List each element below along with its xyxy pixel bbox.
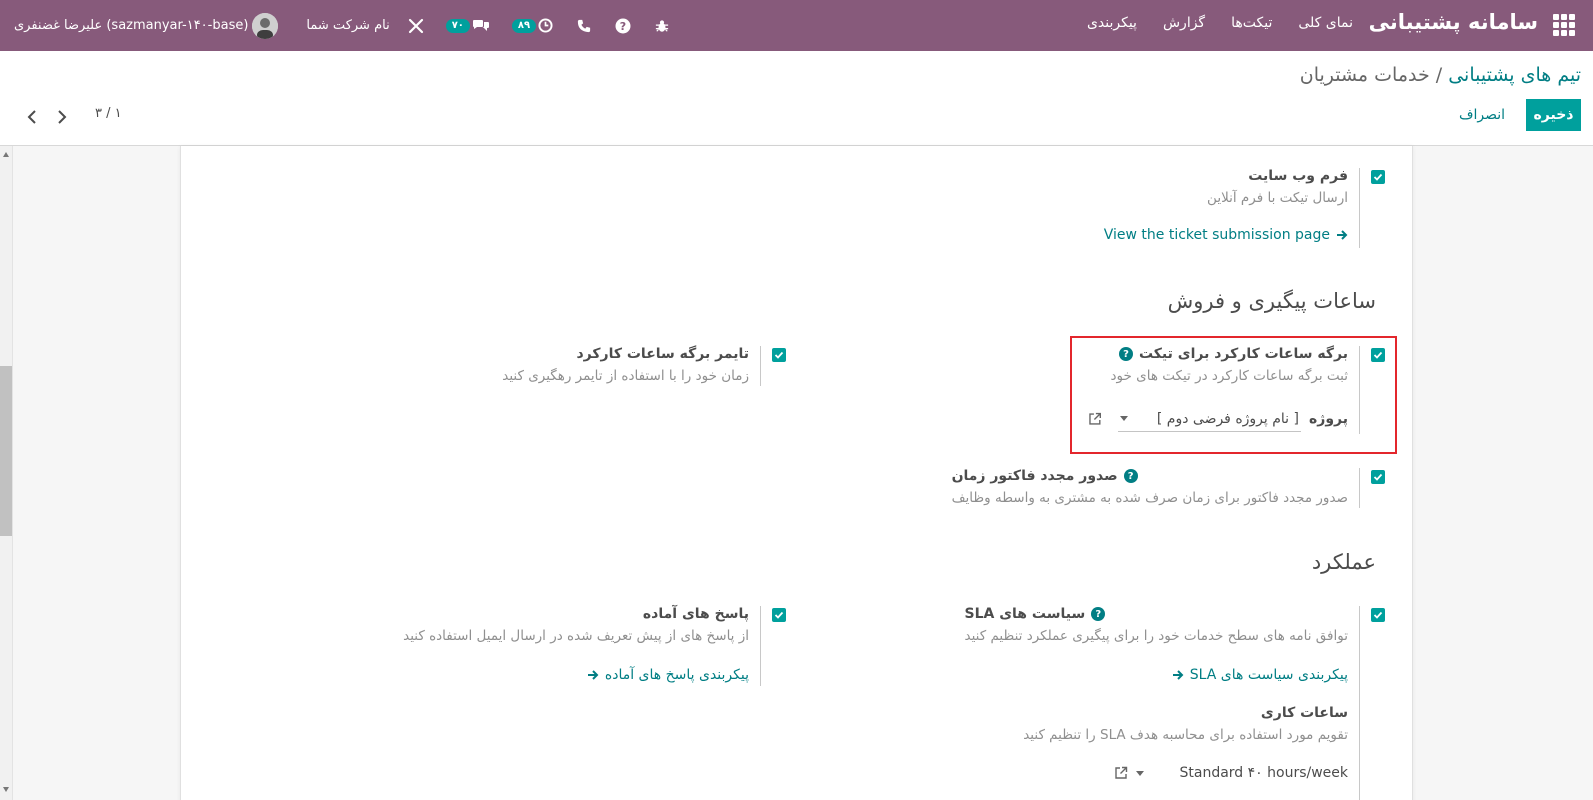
setting-website-form: فرم وب سایت ارسال تیکت با فرم آنلاین Vie…	[965, 168, 1385, 250]
arrow-right-icon	[1172, 670, 1184, 680]
app-title[interactable]: سامانه پشتیبانی	[1369, 10, 1538, 34]
breadcrumb: تیم های پشتیبانی / خدمات مشتریان	[1300, 64, 1581, 86]
help-tooltip-icon[interactable]: ?	[1123, 469, 1138, 483]
arrow-right-icon	[1337, 230, 1348, 240]
configure-sla-link[interactable]: پیکربندی سیاست های SLA	[1172, 667, 1348, 683]
help-tooltip-icon[interactable]: ?	[1118, 347, 1133, 361]
setting-timesheet: برگه ساعات کارکرد برای تیکت ? ثبت برگه س…	[1085, 346, 1385, 436]
arrow-right-icon	[587, 670, 599, 680]
vertical-scrollbar[interactable]	[0, 146, 13, 800]
chevron-down-icon[interactable]	[1135, 770, 1144, 776]
canned-desc: از پاسخ های از پیش تعریف شده در ارسال ای…	[403, 628, 749, 644]
setting-canned-responses: پاسخ های آماده از پاسخ های از پیش تعریف …	[386, 606, 786, 688]
systray: علیرضا غضنفری (sazmanyar-۱۴۰-base) نام ش…	[0, 0, 669, 51]
timer-title: تایمر برگه ساعات کارکرد	[576, 346, 750, 362]
company-switcher[interactable]: نام شرکت شما	[306, 18, 389, 33]
timer-desc: زمان خود را با استفاده از تایمر رهگیری ک…	[502, 368, 749, 384]
discard-button[interactable]: انصراف	[1449, 99, 1515, 131]
user-menu[interactable]: علیرضا غضنفری (sazmanyar-۱۴۰-base)	[14, 12, 279, 39]
breadcrumb-parent[interactable]: تیم های پشتیبانی	[1448, 64, 1581, 86]
save-button[interactable]: ذخیره	[1526, 99, 1581, 131]
help-icon[interactable]: ?	[615, 18, 631, 34]
svg-text:?: ?	[620, 20, 626, 33]
ticket-submission-link[interactable]: View the ticket submission page	[1104, 227, 1348, 243]
scrollbar-thumb[interactable]	[0, 366, 12, 536]
pager-previous-icon[interactable]	[24, 109, 40, 125]
main-menu: نمای کلی تیکت‌ها گزارش پیکربندی	[1087, 15, 1353, 31]
activity-badge: ۸۹	[511, 18, 537, 33]
debug-bug-icon[interactable]	[655, 19, 669, 33]
sla-checkbox[interactable]	[1371, 608, 1385, 622]
control-panel: تیم های پشتیبانی / خدمات مشتریان ذخیره ا…	[0, 51, 1593, 146]
setting-reinvoice: ? صدور مجدد فاکتور زمان صدور مجدد فاکتور…	[925, 468, 1385, 510]
project-field-row: پروژه [ نام پروژه فرضی دوم ]	[1088, 406, 1348, 432]
working-hours-desc: تقویم مورد استفاده برای محاسبه هدف SLA ر…	[1023, 727, 1348, 743]
section-title-performance: عملکرد	[1311, 550, 1376, 574]
website-form-checkbox[interactable]	[1371, 170, 1385, 184]
project-select[interactable]: [ نام پروژه فرضی دوم ]	[1117, 406, 1301, 432]
breadcrumb-separator: /	[1429, 64, 1449, 86]
menu-item-tickets[interactable]: تیکت‌ها	[1231, 15, 1272, 31]
project-value: [ نام پروژه فرضی دوم ]	[1156, 410, 1299, 427]
external-link-icon[interactable]	[1114, 766, 1128, 780]
website-form-desc: ارسال تیکت با فرم آنلاین	[1207, 190, 1348, 206]
canned-checkbox[interactable]	[772, 608, 786, 622]
apps-menu-icon[interactable]	[1553, 14, 1575, 36]
sla-desc: توافق نامه های سطح خدمات خود را برای پیگ…	[964, 628, 1349, 644]
timer-checkbox[interactable]	[772, 348, 786, 362]
scroll-down-icon[interactable]	[3, 787, 9, 792]
tools-icon[interactable]	[408, 18, 424, 34]
working-hours-title: ساعات کاری	[1260, 705, 1348, 721]
messaging-menu[interactable]: ۷۰	[445, 18, 490, 33]
chat-icon	[472, 19, 489, 31]
reinvoice-desc: صدور مجدد فاکتور برای زمان صرف شده به مش…	[951, 490, 1348, 506]
menu-item-reporting[interactable]: گزارش	[1163, 15, 1205, 31]
top-navbar: سامانه پشتیبانی نمای کلی تیکت‌ها گزارش پ…	[0, 0, 1593, 51]
avatar	[252, 12, 279, 39]
breadcrumb-current: خدمات مشتریان	[1299, 64, 1430, 86]
configure-canned-link[interactable]: پیکربندی پاسخ های آماده	[587, 667, 749, 683]
canned-title: پاسخ های آماده	[642, 606, 749, 622]
settings-sheet: فرم وب سایت ارسال تیکت با فرم آنلاین Vie…	[180, 146, 1413, 800]
sla-title: سیاست های SLA	[964, 606, 1086, 622]
project-label: پروژه	[1309, 411, 1348, 427]
user-name: علیرضا غضنفری (sazmanyar-۱۴۰-base)	[14, 18, 249, 33]
timesheet-desc: ثبت برگه ساعات کارکرد در تیکت های خود	[1110, 368, 1348, 384]
pager-value[interactable]: ۳ / ۱	[95, 106, 122, 121]
timesheet-title: برگه ساعات کارکرد برای تیکت	[1138, 346, 1348, 362]
chevron-down-icon	[1119, 416, 1128, 421]
messages-badge: ۷۰	[445, 18, 470, 33]
phone-icon[interactable]	[577, 19, 591, 33]
setting-sla: ? سیاست های SLA توافق نامه های سطح خدمات…	[925, 606, 1385, 800]
setting-timer: تایمر برگه ساعات کارکرد زمان خود را با ا…	[466, 346, 786, 386]
scroll-up-icon[interactable]	[3, 152, 9, 157]
section-title-timesheet-sales: ساعات پیگیری و فروش	[1167, 289, 1376, 313]
configure-sla-link-label: پیکربندی سیاست های SLA	[1189, 667, 1348, 683]
clock-icon	[538, 18, 553, 33]
help-tooltip-icon[interactable]: ?	[1091, 607, 1106, 621]
pager-next-icon[interactable]	[54, 109, 70, 125]
company-name: نام شرکت شما	[306, 18, 390, 33]
reinvoice-title: صدور مجدد فاکتور زمان	[951, 468, 1118, 484]
configure-canned-link-label: پیکربندی پاسخ های آماده	[604, 667, 749, 683]
timesheet-checkbox[interactable]	[1371, 348, 1385, 362]
ticket-submission-link-label: View the ticket submission page	[1103, 227, 1330, 243]
website-form-title: فرم وب سایت	[1248, 168, 1348, 184]
reinvoice-checkbox[interactable]	[1371, 470, 1385, 484]
activity-menu[interactable]: ۸۹	[511, 18, 553, 33]
external-link-icon[interactable]	[1088, 412, 1102, 426]
menu-item-overview[interactable]: نمای کلی	[1298, 15, 1353, 31]
menu-item-configuration[interactable]: پیکربندی	[1087, 15, 1137, 31]
working-hours-value[interactable]: Standard ۴۰ hours/week	[1180, 765, 1349, 781]
